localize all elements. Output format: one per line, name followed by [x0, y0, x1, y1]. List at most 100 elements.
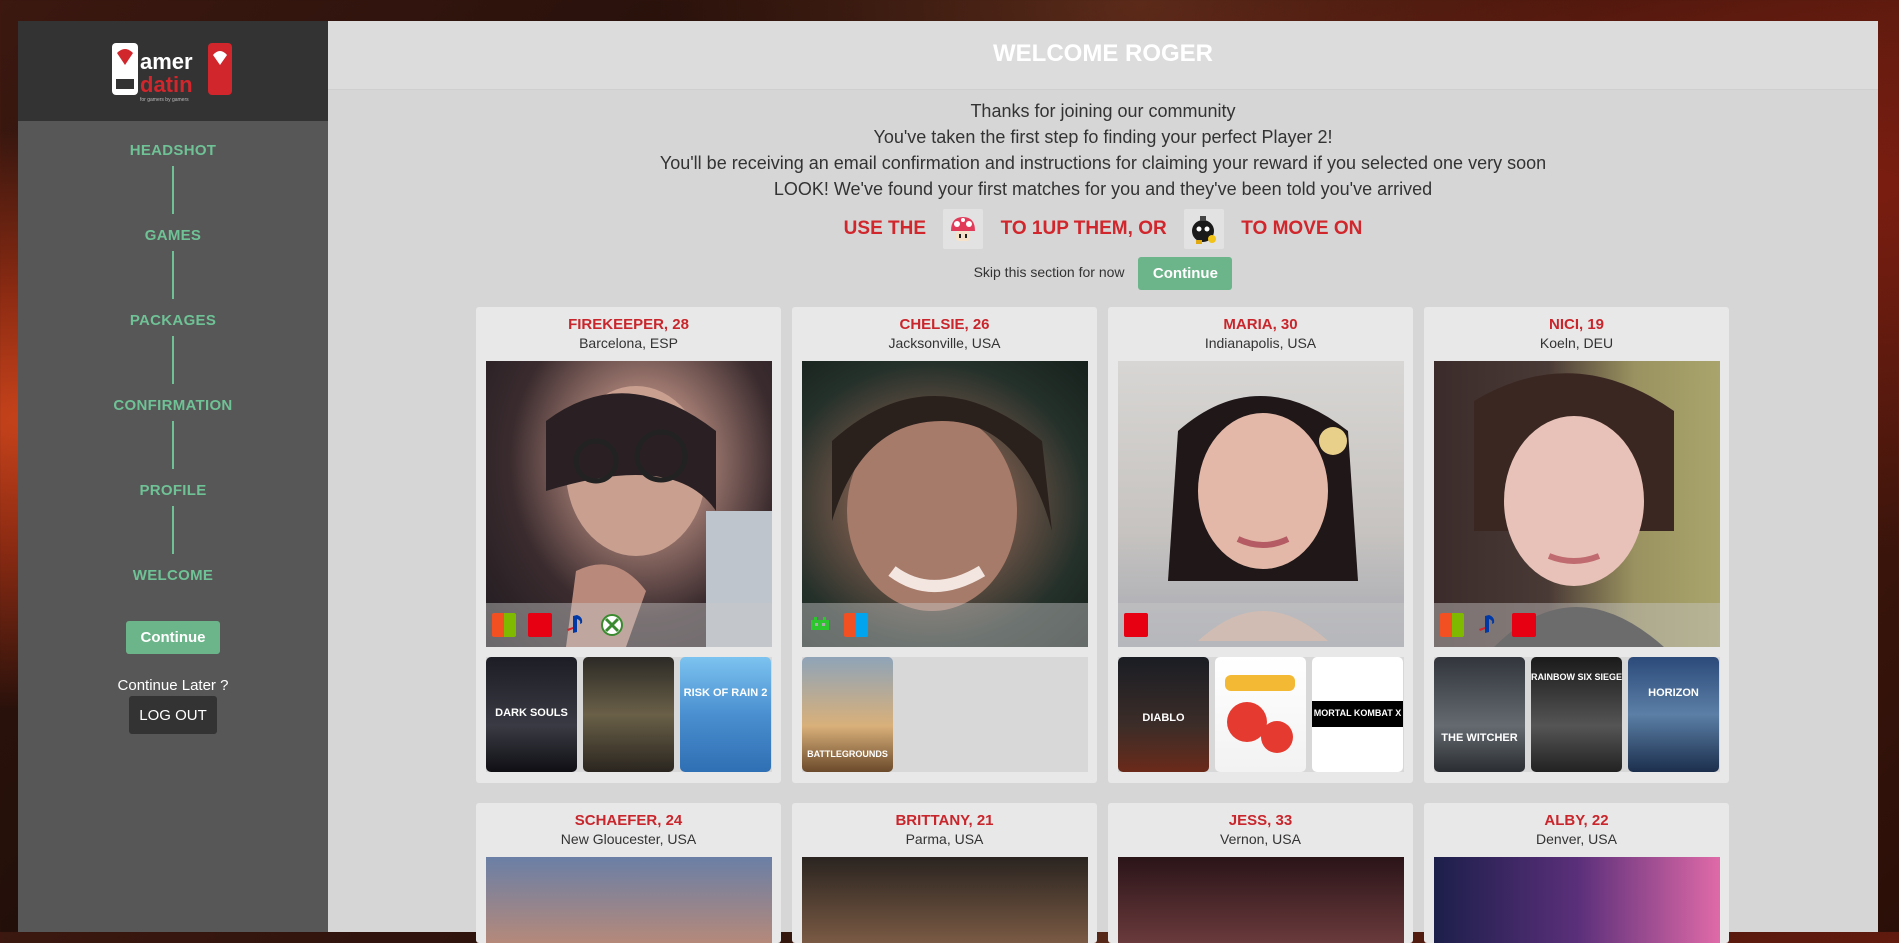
- instructions-row: USE THE TO 1UP THEM, OR TO MOVE ON: [328, 209, 1878, 249]
- logo-text-top: amer: [140, 49, 193, 74]
- game-cover[interactable]: DARK SOULS: [486, 657, 577, 772]
- continue-button[interactable]: Continue: [1138, 257, 1233, 290]
- page-title: WELCOME ROGER: [328, 21, 1878, 90]
- match-location: Denver, USA: [1536, 831, 1617, 847]
- match-card[interactable]: MARIA, 30 Indianapolis, USA DIABLO MORTA…: [1108, 307, 1413, 783]
- match-location: Parma, USA: [905, 831, 984, 847]
- step-games[interactable]: GAMES: [18, 227, 328, 244]
- match-card[interactable]: JESS, 33 Vernon, USA: [1108, 803, 1413, 943]
- logout-button[interactable]: LOG OUT: [129, 696, 217, 734]
- continue-later-label: Continue Later ?: [117, 677, 229, 694]
- match-name[interactable]: CHELSIE, 26: [792, 316, 1097, 333]
- skip-row: Skip this section for now Continue: [328, 257, 1878, 290]
- game-title: RISK OF RAIN 2: [683, 687, 768, 699]
- game-cover[interactable]: BATTLEGROUNDS: [802, 657, 893, 772]
- step-welcome[interactable]: WELCOME: [18, 567, 328, 584]
- match-card[interactable]: NICI, 19 Koeln, DEU THE WITCHER RAINBOW …: [1424, 307, 1729, 783]
- gamer-dating-logo[interactable]: amer datin for gamers by gamers: [112, 39, 234, 103]
- nintendo-icon: [1512, 613, 1536, 637]
- game-title: THE WITCHER: [1441, 732, 1518, 744]
- match-name[interactable]: FIREKEEPER, 28: [476, 316, 781, 333]
- intro-line-4: LOOK! We've found your first matches for…: [773, 179, 1433, 199]
- mushroom-icon: [943, 209, 984, 249]
- step-connector: [172, 421, 174, 469]
- match-card[interactable]: BRITTANY, 21 Parma, USA: [792, 803, 1097, 943]
- match-photo[interactable]: [1118, 361, 1404, 647]
- match-name[interactable]: JESS, 33: [1108, 812, 1413, 829]
- windows-icon: [844, 613, 868, 637]
- match-photo[interactable]: [1434, 857, 1720, 943]
- match-name[interactable]: MARIA, 30: [1108, 316, 1413, 333]
- bomb-icon: [1183, 209, 1224, 249]
- platform-bar: [802, 603, 1088, 647]
- match-card[interactable]: CHELSIE, 26 Jacksonville, USA BATTLEGROU…: [792, 307, 1097, 783]
- step-packages[interactable]: PACKAGES: [18, 312, 328, 329]
- intro-line-2: You've taken the first step fo finding y…: [873, 127, 1333, 147]
- match-photo[interactable]: [486, 361, 772, 647]
- game-cover[interactable]: HORIZON: [1628, 657, 1719, 772]
- skip-text: Skip this section for now: [973, 264, 1125, 281]
- match-location: Vernon, USA: [1220, 831, 1301, 847]
- match-card[interactable]: ALBY, 22 Denver, USA: [1424, 803, 1729, 943]
- match-location: Koeln, DEU: [1539, 335, 1614, 351]
- match-photo[interactable]: [802, 857, 1088, 943]
- game-cover[interactable]: MORTAL KOMBAT X: [1312, 657, 1403, 772]
- sidebar: amer datin for gamers by gamers HEADSHOT…: [18, 21, 328, 932]
- nintendo-icon: [1124, 613, 1148, 637]
- step-headshot[interactable]: HEADSHOT: [18, 142, 328, 159]
- intro-line-3: You'll be receiving an email confirmatio…: [659, 153, 1547, 173]
- platform-bar: [486, 603, 772, 647]
- game-title: BATTLEGROUNDS: [807, 749, 888, 759]
- match-photo[interactable]: [1118, 857, 1404, 943]
- windows-icon: [492, 613, 516, 637]
- logo-text-bottom: datin: [140, 72, 193, 97]
- match-location: Indianapolis, USA: [1204, 335, 1317, 351]
- step-connector: [172, 251, 174, 299]
- game-cover[interactable]: DIABLO: [1118, 657, 1209, 772]
- step-connector: [172, 336, 174, 384]
- use-the-text: USE THE: [843, 218, 927, 240]
- platform-bar: [1118, 603, 1404, 647]
- match-card[interactable]: SCHAEFER, 24 New Gloucester, USA: [476, 803, 781, 943]
- intro-line-1: Thanks for joining our community: [970, 101, 1236, 121]
- game-cover[interactable]: [583, 657, 674, 772]
- step-connector: [172, 166, 174, 214]
- match-location: New Gloucester, USA: [560, 831, 697, 847]
- match-photo[interactable]: [1434, 361, 1720, 647]
- games-row: BATTLEGROUNDS: [802, 657, 1088, 772]
- match-photo[interactable]: [486, 857, 772, 943]
- match-photo[interactable]: [802, 361, 1088, 647]
- retro-game-icon: [808, 613, 832, 637]
- logo-tagline: for gamers by gamers: [140, 97, 189, 103]
- windows-icon: [1440, 613, 1464, 637]
- game-cover[interactable]: RISK OF RAIN 2: [680, 657, 771, 772]
- games-row: DARK SOULS RISK OF RAIN 2: [486, 657, 772, 772]
- game-title: DIABLO: [1142, 712, 1185, 724]
- step-connector: [172, 506, 174, 554]
- match-name[interactable]: NICI, 19: [1424, 316, 1729, 333]
- sidebar-continue-button[interactable]: Continue: [126, 621, 220, 654]
- main-panel: WELCOME ROGER Thanks for joining our com…: [328, 21, 1878, 943]
- match-name[interactable]: SCHAEFER, 24: [476, 812, 781, 829]
- match-name[interactable]: BRITTANY, 21: [792, 812, 1097, 829]
- xbox-icon: [600, 613, 624, 637]
- game-cover[interactable]: [1215, 657, 1306, 772]
- match-card[interactable]: FIREKEEPER, 28 Barcelona, ESP DARK SOULS…: [476, 307, 781, 783]
- step-confirmation[interactable]: CONFIRMATION: [18, 397, 328, 414]
- playstation-icon: [1476, 613, 1500, 637]
- game-title: DARK SOULS: [495, 707, 568, 719]
- platform-bar: [1434, 603, 1720, 647]
- to-1up-text: TO 1UP THEM, OR: [1000, 218, 1167, 240]
- mario-cover-art: [1225, 675, 1295, 753]
- step-profile[interactable]: PROFILE: [18, 482, 328, 499]
- nintendo-icon: [528, 613, 552, 637]
- match-name[interactable]: ALBY, 22: [1424, 812, 1729, 829]
- game-title: MORTAL KOMBAT X: [1313, 708, 1402, 718]
- game-title: RAINBOW SIX SIEGE: [1531, 672, 1622, 682]
- logo-area: amer datin for gamers by gamers: [18, 21, 328, 121]
- match-location: Jacksonville, USA: [888, 335, 1001, 351]
- game-cover[interactable]: RAINBOW SIX SIEGE: [1531, 657, 1622, 772]
- playstation-icon: [564, 613, 588, 637]
- game-cover[interactable]: THE WITCHER: [1434, 657, 1525, 772]
- games-row: DIABLO MORTAL KOMBAT X: [1118, 657, 1404, 772]
